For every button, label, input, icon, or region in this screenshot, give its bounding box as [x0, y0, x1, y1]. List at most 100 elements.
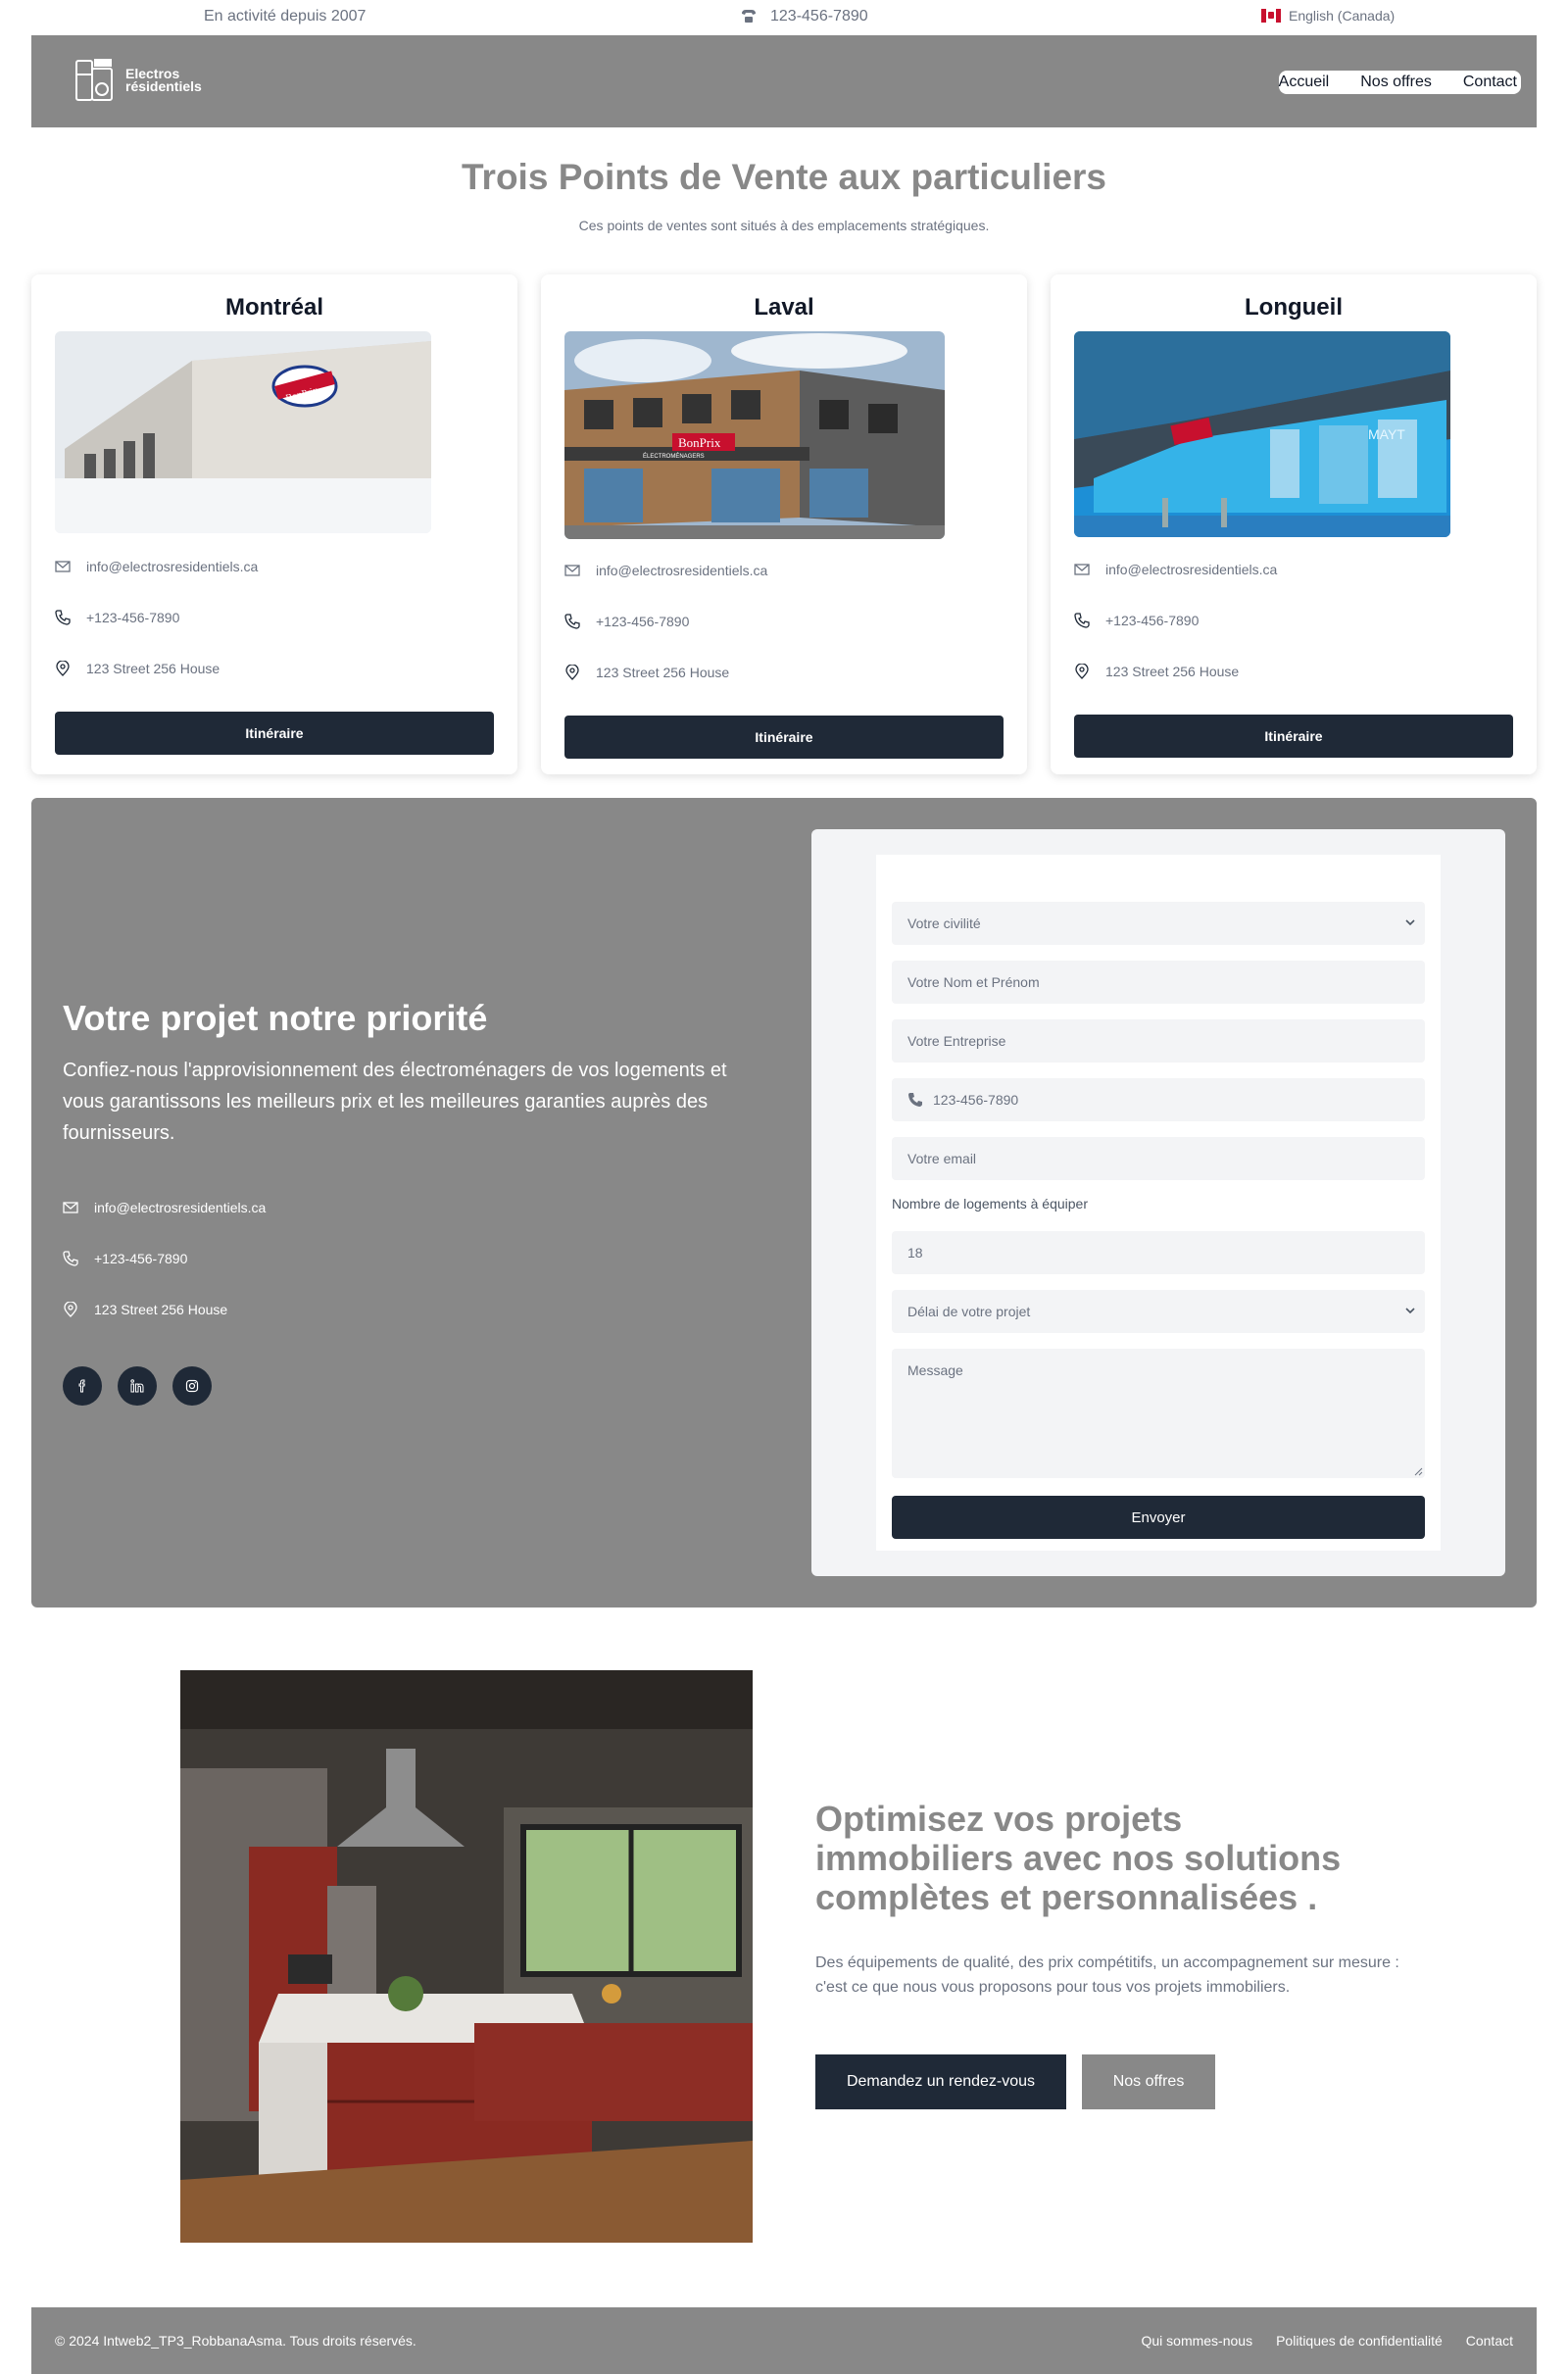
footer-links: Qui sommes-nous Politiques de confidenti… — [1141, 2333, 1513, 2349]
phone-icon — [564, 614, 580, 629]
store-address-label: 123 Street 256 House — [596, 665, 730, 680]
phone-icon — [908, 1093, 922, 1107]
site-header: Electros résidentiels Accueil Nos offres… — [31, 35, 1537, 127]
itinerary-button[interactable]: Itinéraire — [1074, 715, 1513, 758]
longueil-sign-text: MAYT — [1368, 426, 1405, 442]
stores-title: Trois Points de Vente aux particuliers — [462, 157, 1106, 197]
promo-title-end: . — [1307, 1877, 1318, 1917]
nav-nos-offres[interactable]: Nos offres — [1360, 74, 1432, 91]
mail-icon — [55, 561, 71, 572]
store-address-label: 123 Street 256 House — [1105, 664, 1240, 679]
location-pin-icon — [56, 661, 70, 676]
store-phone[interactable]: +123-456-7890 — [564, 614, 689, 629]
phone-icon — [63, 1251, 78, 1266]
contact-phone-label: +123-456-7890 — [94, 1251, 188, 1266]
store-phone-label: +123-456-7890 — [1105, 613, 1200, 628]
store-address-label: 123 Street 256 House — [86, 661, 220, 676]
contact-form: Votre civilité Votre Nom et Prénom Votre… — [876, 855, 1441, 1551]
contact-address-label: 123 Street 256 House — [94, 1302, 228, 1317]
contact-form-wrapper: Votre civilité Votre Nom et Prénom Votre… — [811, 829, 1505, 1576]
facebook-icon[interactable] — [63, 1366, 102, 1406]
name-field-placeholder: Votre Nom et Prénom — [907, 974, 1040, 990]
email-field[interactable]: Votre email — [892, 1137, 1425, 1180]
units-field[interactable]: 18 — [892, 1231, 1425, 1274]
contact-email-label: info@electrosresidentiels.ca — [94, 1200, 267, 1215]
store-card-longueil: Longueil MAYT info@electrosresidentiels.… — [1051, 274, 1537, 774]
language-label: English (Canada) — [1289, 8, 1396, 24]
email-field-placeholder: Votre email — [907, 1151, 977, 1166]
laval-sign-text: BonPrix — [678, 435, 721, 450]
social-links — [63, 1366, 212, 1406]
since-text: En activité depuis 2007 — [204, 8, 367, 25]
company-field-placeholder: Votre Entreprise — [907, 1033, 1006, 1049]
promo-text: Des équipements de qualité, des prix com… — [815, 1954, 1399, 1996]
civility-select[interactable]: Votre civilité — [892, 902, 1425, 945]
logo[interactable]: Electros résidentiels — [73, 57, 202, 104]
store-email[interactable]: info@electrosresidentiels.ca — [564, 563, 767, 578]
store-email[interactable]: info@electrosresidentiels.ca — [1074, 562, 1277, 577]
store-address: 123 Street 256 House — [564, 665, 729, 680]
nav-contact[interactable]: Contact — [1463, 74, 1517, 91]
location-pin-icon — [1075, 664, 1089, 679]
contact-title: Votre projet notre priorité — [63, 998, 488, 1038]
store-phone[interactable]: +123-456-7890 — [1074, 613, 1199, 628]
itinerary-button[interactable]: Itinéraire — [55, 712, 494, 755]
phone-icon — [1074, 613, 1090, 628]
chevron-down-icon — [1405, 919, 1415, 926]
laval-sign-subtext: ÉLECTROMÉNAGERS — [643, 453, 705, 460]
phone-field[interactable]: 123-456-7890 — [892, 1078, 1425, 1121]
store-city: Laval — [754, 294, 814, 321]
canada-flag-icon — [1261, 9, 1281, 23]
footer-link-contact[interactable]: Contact — [1466, 2333, 1513, 2349]
store-phone-label: +123-456-7890 — [86, 610, 180, 625]
mail-icon — [63, 1202, 78, 1213]
language-switcher[interactable]: English (Canada) — [1261, 8, 1395, 24]
message-textarea[interactable]: Message — [892, 1349, 1425, 1478]
message-placeholder: Message — [907, 1362, 963, 1378]
top-phone[interactable]: 123-456-7890 — [739, 8, 868, 25]
top-bar: En activité depuis 2007 123-456-7890 Eng… — [0, 0, 1568, 35]
copyright: © 2024 Intweb2_TP3_RobbanaAsma. Tous dro… — [55, 2333, 416, 2349]
offers-button[interactable]: Nos offres — [1082, 2054, 1215, 2109]
top-phone-label: 123-456-7890 — [770, 8, 868, 25]
stores-subtitle: Ces points de ventes sont situés à des e… — [578, 218, 990, 233]
units-label: Nombre de logements à équiper — [892, 1196, 1089, 1212]
submit-button[interactable]: Envoyer — [892, 1496, 1425, 1539]
site-footer: © 2024 Intweb2_TP3_RobbanaAsma. Tous dro… — [31, 2307, 1537, 2374]
itinerary-button[interactable]: Itinéraire — [564, 716, 1004, 759]
store-photo-longueil: MAYT — [1074, 331, 1450, 537]
nav-accueil[interactable]: Accueil — [1279, 74, 1330, 91]
promo-title: Optimisez vos projets immobiliers avec n… — [815, 1800, 1364, 1917]
store-address: 123 Street 256 House — [55, 661, 220, 676]
contact-address: 123 Street 256 House — [63, 1302, 227, 1317]
store-phone[interactable]: +123-456-7890 — [55, 610, 179, 625]
resize-handle-icon[interactable] — [1413, 1466, 1423, 1476]
delay-select[interactable]: Délai de votre projet — [892, 1290, 1425, 1333]
contact-email[interactable]: info@electrosresidentiels.ca — [63, 1200, 266, 1215]
footer-link-privacy[interactable]: Politiques de confidentialité — [1276, 2333, 1443, 2349]
store-card-laval: Laval BonPrix ÉLECTROMÉNAGERS info@elect… — [541, 274, 1027, 774]
store-card-montreal: Montréal BonPrix info@electrosresidentie… — [31, 274, 517, 774]
phone-field-placeholder: 123-456-7890 — [933, 1092, 1019, 1108]
main-nav: Accueil Nos offres Contact — [1278, 71, 1521, 94]
store-phone-label: +123-456-7890 — [596, 614, 690, 629]
chevron-down-icon — [1405, 1308, 1415, 1314]
linkedin-icon[interactable] — [118, 1366, 157, 1406]
name-field[interactable]: Votre Nom et Prénom — [892, 961, 1425, 1004]
store-email[interactable]: info@electrosresidentiels.ca — [55, 559, 258, 574]
units-field-value: 18 — [907, 1245, 923, 1261]
location-pin-icon — [64, 1302, 77, 1317]
store-email-label: info@electrosresidentiels.ca — [86, 559, 259, 574]
appointment-button[interactable]: Demandez un rendez-vous — [815, 2054, 1066, 2109]
phone-icon — [55, 610, 71, 625]
appliance-logo-icon — [75, 59, 113, 101]
contact-text: Confiez-nous l'approvisionnement des éle… — [63, 1060, 727, 1144]
mail-icon — [1074, 564, 1090, 575]
civility-select-value: Votre civilité — [907, 915, 981, 931]
instagram-icon[interactable] — [172, 1366, 212, 1406]
footer-link-about[interactable]: Qui sommes-nous — [1141, 2333, 1252, 2349]
store-email-label: info@electrosresidentiels.ca — [1105, 562, 1278, 577]
store-email-label: info@electrosresidentiels.ca — [596, 563, 768, 578]
company-field[interactable]: Votre Entreprise — [892, 1019, 1425, 1063]
contact-phone[interactable]: +123-456-7890 — [63, 1251, 187, 1266]
